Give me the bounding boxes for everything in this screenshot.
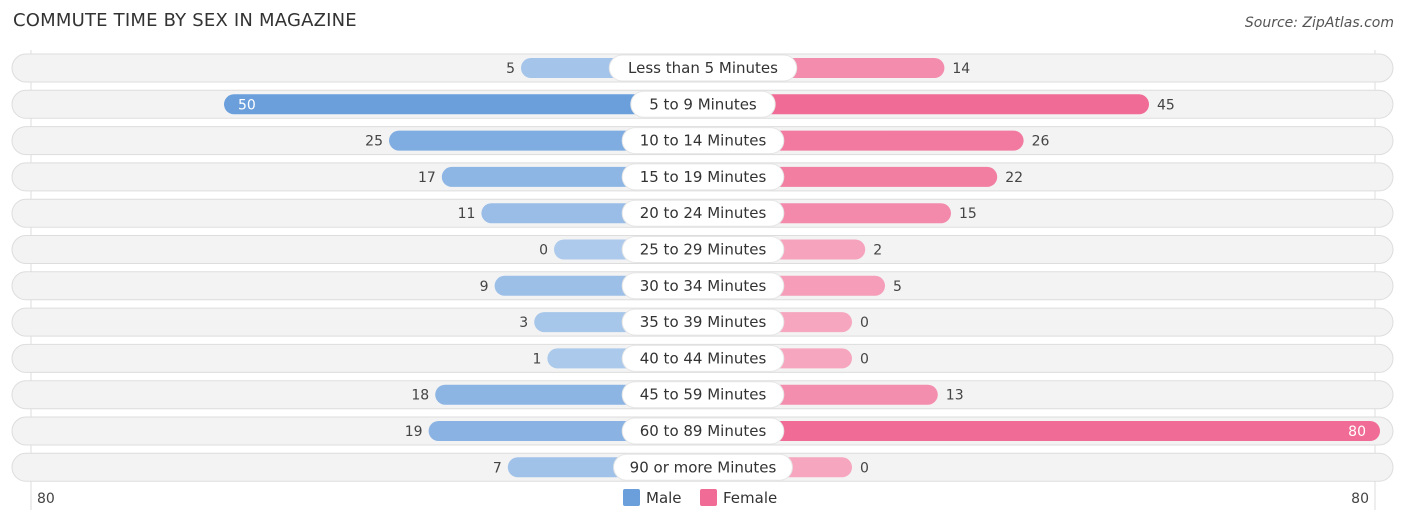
value-label-female: 0 xyxy=(860,460,869,476)
category-label: 60 to 89 Minutes xyxy=(640,422,767,440)
chart-row: 1 0 40 to 44 Minutes xyxy=(11,343,1394,373)
chart-row: 7 0 90 or more Minutes xyxy=(11,452,1394,482)
chart-rows: 5 14Less than 5 Minutes50 455 to 9 Minutes… xyxy=(11,50,1394,510)
legend-female-label: Female xyxy=(723,489,777,507)
value-label-male: 5 xyxy=(506,61,515,77)
value-label-female: 15 xyxy=(959,206,977,222)
category-label: 40 to 44 Minutes xyxy=(640,349,767,367)
value-label-female: 80 xyxy=(1348,424,1366,440)
category-label: 45 to 59 Minutes xyxy=(640,386,767,404)
value-label-male: 25 xyxy=(365,134,383,150)
chart-row: 17 22 15 to 19 Minutes xyxy=(11,162,1394,192)
value-label-female: 5 xyxy=(893,279,902,295)
value-label-male: 50 xyxy=(238,97,256,113)
value-label-male: 0 xyxy=(539,243,548,259)
category-label: 5 to 9 Minutes xyxy=(649,95,757,113)
bar-female xyxy=(703,421,1380,441)
value-label-male: 18 xyxy=(411,388,429,404)
axis-right-label: 80 xyxy=(1351,491,1369,507)
legend-female-swatch xyxy=(700,489,717,506)
category-label: 30 to 34 Minutes xyxy=(640,277,767,295)
chart-row: 50 45 5 to 9 Minutes xyxy=(11,89,1394,119)
axis-left-label: 80 xyxy=(37,491,55,507)
chart-row: 11 15 20 to 24 Minutes xyxy=(11,198,1394,228)
chart-row: 0 2 25 to 29 Minutes xyxy=(11,235,1394,264)
chart-row: 9 5 30 to 34 Minutes xyxy=(11,271,1394,301)
chart-row: 25 26 10 to 14 Minutes xyxy=(11,126,1394,156)
value-label-male: 17 xyxy=(418,170,436,186)
category-label: 90 or more Minutes xyxy=(630,458,777,476)
category-label: 20 to 24 Minutes xyxy=(640,204,767,222)
category-label: 15 to 19 Minutes xyxy=(640,168,767,186)
chart-row: 19 80 60 to 89 Minutes xyxy=(11,416,1394,446)
value-label-female: 2 xyxy=(873,243,882,259)
value-label-female: 26 xyxy=(1032,134,1050,150)
value-label-female: 0 xyxy=(860,351,869,367)
value-label-male: 7 xyxy=(493,460,502,476)
legend-male-label: Male xyxy=(646,489,682,507)
value-label-male: 1 xyxy=(532,351,541,367)
value-label-male: 11 xyxy=(458,206,476,222)
value-label-female: 13 xyxy=(946,388,964,404)
value-label-female: 45 xyxy=(1157,97,1175,113)
chart: 5 14Less than 5 Minutes50 455 to 9 Minutes… xyxy=(11,50,1394,510)
value-label-female: 14 xyxy=(952,61,970,77)
value-label-male: 19 xyxy=(405,424,423,440)
category-label: 35 to 39 Minutes xyxy=(640,313,767,331)
value-label-female: 0 xyxy=(860,315,869,331)
legend: Male Female xyxy=(623,489,777,507)
value-label-male: 9 xyxy=(480,279,489,295)
chart-row: 5 14 Less than 5 Minutes xyxy=(11,53,1394,83)
category-label: 10 to 14 Minutes xyxy=(640,132,767,150)
chart-row: 3 0 35 to 39 Minutes xyxy=(11,307,1394,337)
value-label-male: 3 xyxy=(519,315,528,331)
category-label: Less than 5 Minutes xyxy=(628,59,778,77)
category-label: 25 to 29 Minutes xyxy=(640,241,767,259)
value-label-female: 22 xyxy=(1005,170,1023,186)
chart-row: 18 13 45 to 59 Minutes xyxy=(11,380,1394,410)
legend-male-swatch xyxy=(623,489,640,506)
